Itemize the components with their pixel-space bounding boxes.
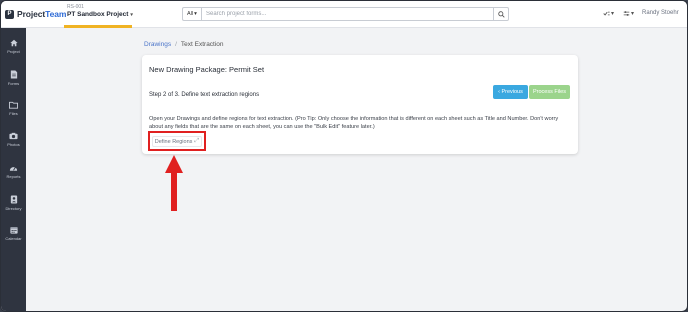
define-regions-label: Define Regions — [154, 138, 193, 145]
app-window: P ProjectTeam RS-001 PT Sandbox Project … — [0, 0, 688, 312]
sidebar-item-directory[interactable]: Directory — [1, 195, 26, 211]
search-icon — [497, 10, 505, 18]
sidebar-item-label: Directory — [5, 206, 22, 211]
project-name: PT Sandbox Project — [67, 11, 129, 18]
search-bar: All ▾ — [182, 7, 509, 21]
sidebar-item-reports[interactable]: Reports — [1, 164, 26, 179]
breadcrumb: Drawings / Text Extraction — [144, 41, 224, 48]
logo[interactable]: P ProjectTeam — [5, 9, 66, 19]
search-scope-dropdown[interactable]: All ▾ — [182, 7, 201, 21]
home-icon — [9, 39, 18, 47]
instructions-text: Open your Drawings and define regions fo… — [149, 116, 559, 130]
highlight-box: Define Regions ⤢ — [148, 131, 206, 151]
top-bar: P ProjectTeam RS-001 PT Sandbox Project … — [1, 1, 687, 28]
document-icon — [10, 70, 17, 79]
search-button[interactable] — [494, 7, 509, 21]
checklist-icon — [603, 11, 610, 16]
sidebar-item-forms[interactable]: Forms — [1, 70, 26, 86]
chevron-down-icon: ▾ — [611, 11, 615, 17]
search-scope-label: All — [187, 11, 194, 17]
sidebar-item-photos[interactable]: Photos — [1, 132, 26, 147]
breadcrumb-current: Text Extraction — [180, 41, 224, 48]
sidebar-item-project[interactable]: Project — [1, 39, 26, 54]
sliders-icon — [623, 11, 630, 16]
chevron-down-icon: ▾ — [194, 11, 197, 17]
gauge-icon — [9, 167, 18, 171]
project-code: RS-001 — [67, 4, 84, 10]
process-files-button[interactable]: Process Files — [529, 85, 570, 99]
calendar-icon — [9, 227, 18, 234]
sidebar-item-label: Photos — [7, 142, 20, 147]
drawing-package-card: New Drawing Package: Permit Set Step 2 o… — [142, 55, 578, 154]
annotation-arrow-icon — [165, 155, 183, 211]
sidebar-item-label: Forms — [7, 81, 20, 86]
sidebar-item-label: Files — [9, 111, 18, 116]
sidebar-item-label: Calendar — [5, 236, 22, 241]
project-active-indicator — [64, 25, 132, 28]
expand-icon: ⤢ — [194, 138, 200, 144]
breadcrumb-separator: / — [175, 41, 177, 48]
search-input[interactable] — [201, 7, 494, 21]
project-selector[interactable]: RS-001 PT Sandbox Project ▾ — [67, 4, 133, 18]
sidebar: Project Forms Files Photos Reports Direc… — [1, 28, 26, 311]
sidebar-item-calendar[interactable]: Calendar — [1, 226, 26, 241]
chevron-down-icon: ▾ — [631, 11, 635, 17]
settings-menu[interactable]: ▾ — [623, 10, 634, 17]
contact-card-icon — [10, 195, 17, 204]
step-indicator: Step 2 of 3. Define text extraction regi… — [149, 92, 260, 98]
logo-text-main: Project — [17, 9, 46, 19]
chevron-down-icon: ▾ — [130, 11, 133, 18]
sidebar-item-label: Project — [7, 49, 20, 54]
camera-icon — [9, 132, 18, 140]
previous-button[interactable]: ‹ Previous — [493, 85, 528, 99]
tasks-menu[interactable]: ▾ — [603, 10, 614, 17]
breadcrumb-drawings-link[interactable]: Drawings — [144, 41, 171, 48]
sidebar-item-label: Reports — [6, 174, 21, 179]
page-title: New Drawing Package: Permit Set — [149, 65, 265, 74]
logo-text-accent: Team — [45, 9, 67, 19]
sidebar-item-files[interactable]: Files — [1, 101, 26, 116]
user-menu[interactable]: Randy Stoehr — [642, 10, 679, 16]
define-regions-button[interactable]: Define Regions ⤢ — [152, 136, 202, 147]
logo-mark-icon: P — [5, 9, 14, 19]
folder-icon — [9, 101, 18, 109]
